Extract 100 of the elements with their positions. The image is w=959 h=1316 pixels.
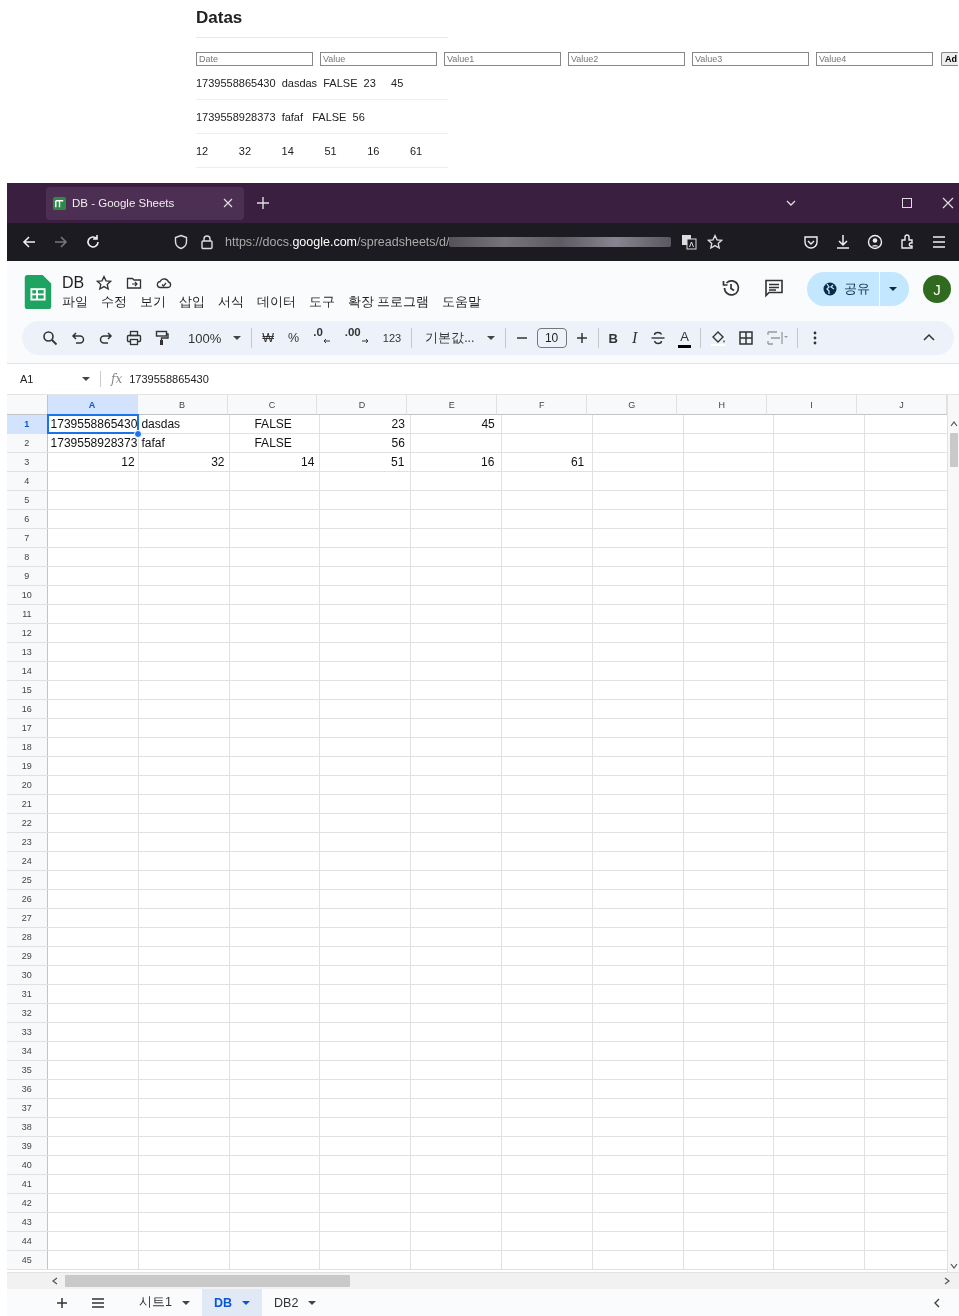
table-cell[interactable]: 1739558928373 [47,434,139,452]
paint-format-icon[interactable] [154,330,170,346]
row-header[interactable]: 5 [7,491,47,510]
table-cell[interactable]: dasdas [138,415,229,433]
merge-cells-icon[interactable] [765,330,788,346]
column-header[interactable]: H [677,395,768,415]
maximize-icon[interactable] [901,197,913,209]
history-icon[interactable] [721,278,741,298]
row-header[interactable]: 37 [7,1099,47,1118]
row-header[interactable]: 3 [7,453,47,472]
sheet-tab[interactable]: 시트1 [127,1289,202,1316]
row-header[interactable]: 28 [7,928,47,947]
row-header[interactable]: 16 [7,700,47,719]
fill-color-icon[interactable] [709,330,726,346]
row-header[interactable]: 43 [7,1213,47,1232]
table-cell[interactable]: FALSE [228,415,319,433]
table-cell[interactable]: FALSE [228,434,319,452]
increase-decimal-button[interactable]: .00 [337,326,376,350]
lock-icon[interactable] [199,234,215,250]
back-arrow-icon[interactable] [21,234,37,250]
row-header[interactable]: 9 [7,567,47,586]
table-cell[interactable]: 32 [137,453,228,471]
row-header[interactable]: 42 [7,1194,47,1213]
row-header[interactable]: 24 [7,852,47,871]
column-header[interactable]: A [47,395,138,415]
row-header[interactable]: 27 [7,909,47,928]
search-icon[interactable] [42,330,58,346]
column-header[interactable]: J [857,395,947,415]
account-icon[interactable] [867,234,883,250]
row-header[interactable]: 15 [7,681,47,700]
column-header[interactable]: E [407,395,498,415]
url-text[interactable]: https://docs.google.com/spreadsheets/d/ [225,235,450,249]
browser-tab[interactable]: DB - Google Sheets [46,186,244,220]
row-header[interactable]: 40 [7,1156,47,1175]
borders-icon[interactable] [737,330,754,346]
close-icon[interactable] [222,197,234,209]
row-header[interactable]: 18 [7,738,47,757]
italic-button[interactable]: I [624,326,645,350]
row-header[interactable]: 25 [7,871,47,890]
font-size-field[interactable]: 10 [536,328,567,348]
menu-icon[interactable] [931,234,947,250]
row-header[interactable]: 45 [7,1251,47,1270]
menu-item[interactable]: 삽입 [179,294,205,311]
menu-item[interactable]: 서식 [218,294,244,311]
extensions-icon[interactable] [899,234,915,250]
sheet-tab[interactable]: DB [201,1289,262,1316]
add-sheet-icon[interactable] [55,1295,69,1310]
input-field[interactable]: Value3 [692,52,809,66]
document-title[interactable]: DB [62,274,85,292]
row-header[interactable]: 32 [7,1004,47,1023]
plus-icon[interactable] [574,331,589,345]
vertical-scrollbar-thumb[interactable] [949,433,958,467]
menu-item[interactable]: 도구 [309,294,335,311]
download-icon[interactable] [835,234,851,250]
scroll-down-icon[interactable] [949,1262,958,1270]
menu-item[interactable]: 보기 [140,294,166,311]
row-header[interactable]: 21 [7,795,47,814]
row-header[interactable]: 19 [7,757,47,776]
row-header[interactable]: 20 [7,776,47,795]
input-field[interactable]: Value [320,52,437,66]
menu-item[interactable]: 도움말 [442,294,482,311]
table-cell[interactable]: 61 [497,453,588,471]
cloud-icon[interactable] [156,275,173,291]
scroll-up-icon[interactable] [949,420,958,428]
column-header[interactable]: G [587,395,678,415]
row-header[interactable]: 7 [7,529,47,548]
star-icon[interactable] [96,275,113,291]
close-icon[interactable] [942,197,954,209]
strikethrough-icon[interactable] [650,330,667,346]
fill-handle[interactable] [134,430,143,438]
print-icon[interactable] [126,330,142,346]
table-cell[interactable]: 14 [227,453,318,471]
row-header[interactable]: 1 [7,415,47,434]
row-header[interactable]: 10 [7,586,47,605]
scroll-left-icon[interactable] [51,1277,59,1285]
row-header[interactable]: 39 [7,1137,47,1156]
row-header[interactable]: 12 [7,624,47,643]
currency-format-button[interactable]: ₩ [255,326,282,350]
row-header[interactable]: 17 [7,719,47,738]
table-cell[interactable]: 16 [407,453,498,471]
shield-icon[interactable] [173,234,189,250]
row-header[interactable]: 29 [7,947,47,966]
percent-format-button[interactable]: % [281,326,307,350]
input-field[interactable]: Value2 [568,52,685,66]
row-header[interactable]: 11 [7,605,47,624]
row-header[interactable]: 14 [7,662,47,681]
column-header[interactable]: D [317,395,408,415]
row-header[interactable]: 23 [7,833,47,852]
add-button[interactable]: Ad [941,52,958,66]
column-header[interactable]: C [227,395,318,415]
horizontal-scrollbar-thumb[interactable] [65,1275,350,1287]
number-format-button[interactable]: 123 [375,326,409,350]
menu-item[interactable]: 파일 [62,294,88,311]
sheet-list-icon[interactable] [91,1295,105,1310]
row-header[interactable]: 33 [7,1023,47,1042]
table-cell[interactable]: 12 [47,453,138,471]
new-tab-icon[interactable] [256,196,270,210]
row-header[interactable]: 6 [7,510,47,529]
formula-field[interactable]: 1739558865430 [129,373,209,385]
row-header[interactable]: 34 [7,1042,47,1061]
